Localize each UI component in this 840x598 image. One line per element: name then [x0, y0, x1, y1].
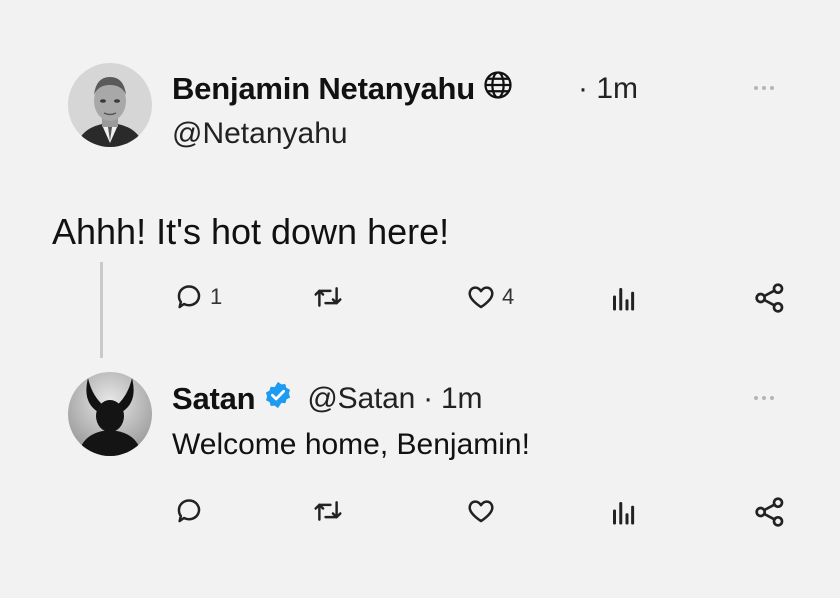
reply-count: 1	[210, 284, 223, 309]
reply-author[interactable]: Satan @Satan · 1m	[172, 380, 482, 418]
retweet-button[interactable]	[312, 282, 344, 312]
reply-time[interactable]: · 1m	[423, 382, 482, 416]
reply-button[interactable]: 1	[174, 282, 222, 312]
avatar-netanyahu[interactable]	[68, 63, 152, 147]
retweet-icon	[314, 287, 342, 307]
reply-views-button[interactable]	[610, 497, 636, 527]
reply-author-name[interactable]: Satan	[172, 381, 256, 417]
thread-line	[100, 262, 103, 358]
share-icon	[755, 283, 784, 313]
like-button[interactable]: 4	[466, 282, 514, 312]
reply-icon	[177, 285, 201, 309]
reply-icon	[177, 499, 201, 523]
author-name-text[interactable]: Benjamin Netanyahu	[172, 71, 475, 107]
share-icon	[755, 497, 784, 527]
reply-retweet-button[interactable]	[312, 496, 344, 526]
retweet-icon	[314, 501, 342, 521]
globe-icon	[483, 70, 513, 108]
heart-icon	[468, 500, 494, 523]
reply-handle[interactable]: @Satan	[307, 382, 415, 416]
reply-share-button[interactable]	[754, 496, 786, 528]
verified-badge-icon	[263, 380, 293, 418]
views-button[interactable]	[610, 283, 636, 313]
heart-icon	[468, 286, 494, 309]
author-name[interactable]: Benjamin Netanyahu	[172, 70, 513, 108]
tweet-text: Ahhh! It's hot down here!	[52, 211, 450, 252]
author-handle[interactable]: @Netanyahu	[172, 117, 348, 151]
more-options-icon[interactable]	[754, 86, 774, 90]
analytics-icon	[613, 502, 635, 525]
reply-more-options-icon[interactable]	[754, 396, 774, 400]
analytics-icon	[613, 288, 635, 311]
avatar-satan[interactable]	[68, 372, 152, 456]
reply-text: Welcome home, Benjamin!	[172, 428, 530, 461]
share-button[interactable]	[754, 282, 786, 314]
tweet-time[interactable]: · 1m	[578, 72, 638, 106]
reply-reply-button[interactable]	[174, 496, 204, 526]
reply-like-button[interactable]	[466, 496, 496, 526]
like-count: 4	[502, 284, 515, 309]
